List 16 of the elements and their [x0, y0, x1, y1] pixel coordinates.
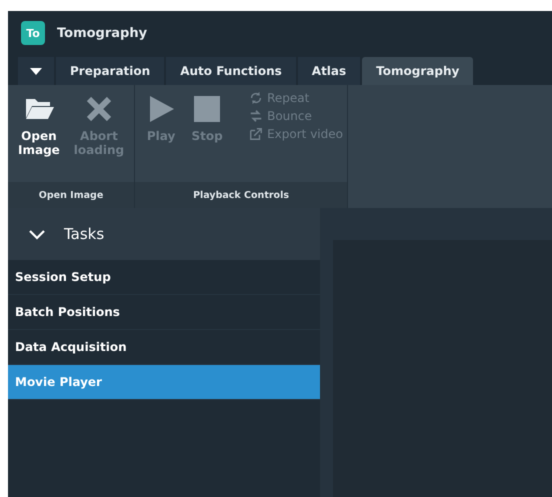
- tasks-header[interactable]: Tasks: [8, 208, 320, 260]
- tab[interactable]: Preparation: [56, 57, 164, 85]
- chevron-icon: [28, 227, 46, 241]
- tab[interactable]: Atlas: [298, 57, 360, 85]
- group-label: Playback Controls: [135, 182, 347, 208]
- caret-icon[interactable]: [18, 57, 54, 85]
- repeat-icon: [249, 91, 264, 105]
- task-item[interactable]: Movie Player: [8, 365, 320, 400]
- window-title: Tomography: [57, 26, 148, 40]
- app-icon: To: [21, 21, 45, 45]
- ribbon-button[interactable]: Open Image: [12, 91, 66, 182]
- export-icon: [249, 127, 264, 141]
- bounce-icon: [249, 109, 264, 123]
- group-label: Open Image: [8, 182, 134, 208]
- tab[interactable]: Tomography: [362, 57, 474, 85]
- tab[interactable]: Auto Functions: [166, 57, 296, 85]
